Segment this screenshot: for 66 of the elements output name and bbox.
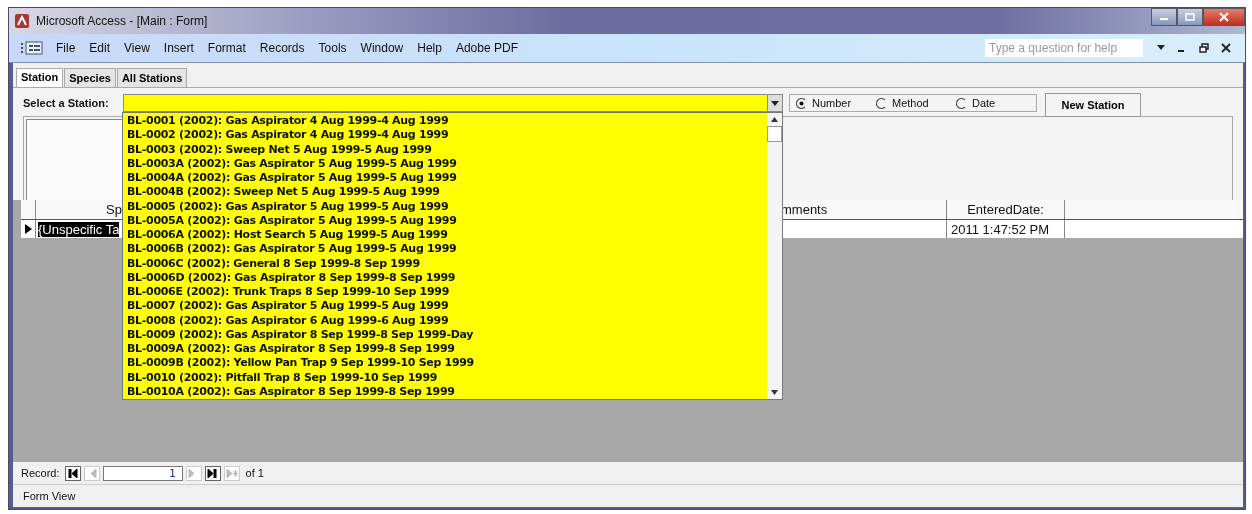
station-list-item[interactable]: BL-0006D (2002): Gas Aspirator 8 Sep 1999-8 Sep 1999 <box>127 270 767 285</box>
menu-item[interactable]: View <box>117 41 157 55</box>
menu-item[interactable]: Window <box>353 41 411 55</box>
menu-item[interactable]: Help <box>410 41 449 55</box>
station-list-item[interactable]: BL-0003 (2002): Sweep Net 5 Aug 1999-5 Aug 1999 <box>127 142 767 157</box>
menu-item[interactable]: Format <box>200 41 253 55</box>
station-list-item[interactable]: BL-0010A (2002): Gas Aspirator 8 Sep 1999-8 Sep 1999 <box>127 384 767 399</box>
menu-item[interactable]: File <box>49 41 83 55</box>
radio-icon[interactable] <box>956 97 967 109</box>
new-station-button[interactable]: New Station <box>1045 93 1141 117</box>
station-list-item[interactable]: BL-0010 (2002): Pitfall Trap 8 Sep 1999-10 Sep 1999 <box>127 370 767 385</box>
menu-item[interactable]: Records <box>252 41 312 55</box>
first-arrow-icon <box>67 468 78 478</box>
tab[interactable]: Species <box>64 68 116 87</box>
close-icon <box>1219 12 1229 22</box>
close-button[interactable] <box>1203 8 1245 26</box>
status-text: Form View <box>23 490 76 502</box>
last-record-button[interactable] <box>204 465 221 481</box>
station-list-item[interactable]: BL-0003A (2002): Gas Aspirator 5 Aug 1999-5 Aug 1999 <box>127 156 767 171</box>
menu-item[interactable]: Insert <box>156 41 201 55</box>
sort-radio-option[interactable]: Number <box>796 97 876 109</box>
station-list-item[interactable]: BL-0009B (2002): Yellow Pan Trap 9 Sep 1999-10 Sep 1999 <box>127 356 767 371</box>
table-cell: 2011 1:47:52 PM <box>947 220 1065 238</box>
menu-item[interactable]: Edit <box>82 41 118 55</box>
station-list-item[interactable]: BL-0009A (2002): Gas Aspirator 8 Sep 1999-8 Sep 1999 <box>127 342 767 357</box>
station-list-item[interactable]: BL-0007 (2002): Gas Aspirator 5 Aug 1999-5 Aug 1999 <box>127 299 767 314</box>
last-arrow-icon <box>206 468 219 478</box>
new-record-icon <box>225 468 238 478</box>
record-number-field[interactable]: 1 <box>102 465 183 481</box>
scroll-thumb[interactable] <box>767 126 782 142</box>
station-list-item[interactable]: BL-0009 (2002): Gas Aspirator 8 Sep 1999-8 Sep 1999-Day <box>127 327 767 342</box>
radio-icon[interactable] <box>876 97 887 109</box>
field-label: Select a Station: <box>23 97 110 109</box>
record-count: of 1 <box>245 467 264 479</box>
sort-radio-option[interactable]: Method <box>876 97 956 109</box>
close-icon[interactable] <box>1221 43 1231 53</box>
radio-icon[interactable] <box>796 97 807 109</box>
tab[interactable]: Station <box>16 68 64 87</box>
window-title: Microsoft Access - [Main : Form] <box>36 14 208 28</box>
minimize-button[interactable] <box>1151 8 1177 26</box>
sort-radio-option[interactable]: Date <box>956 97 1036 109</box>
app-icon <box>14 13 30 29</box>
station-list-item[interactable]: BL-0004A (2002): Gas Aspirator 5 Aug 1999-5 Aug 1999 <box>127 171 767 186</box>
restore-icon[interactable] <box>1199 43 1209 53</box>
station-list-item[interactable]: BL-0006C (2002): General 8 Sep 1999-8 Sep 1999 <box>127 256 767 271</box>
scroll-down-icon[interactable] <box>771 390 778 395</box>
menu-item[interactable]: Tools <box>311 41 354 55</box>
form-icon <box>21 41 43 55</box>
dropdown-arrow-icon[interactable] <box>771 100 779 106</box>
station-list-item[interactable]: BL-0001 (2002): Gas Aspirator 4 Aug 1999-4 Aug 1999 <box>127 114 767 129</box>
station-list-item[interactable]: BL-0008 (2002): Gas Aspirator 6 Aug 1999-6 Aug 1999 <box>127 313 767 328</box>
help-search-field[interactable]: Type a question for help <box>985 39 1143 57</box>
station-list-item[interactable]: BL-0004B (2002): Sweep Net 5 Aug 1999-5 Aug 1999 <box>127 185 767 200</box>
station-list-item[interactable]: BL-0005 (2002): Gas Aspirator 5 Aug 1999-5 Aug 1999 <box>127 199 767 214</box>
maximize-icon <box>1185 13 1195 21</box>
station-list-item[interactable]: BL-0002 (2002): Gas Aspirator 4 Aug 1999-4 Aug 1999 <box>127 128 767 143</box>
scrollbar[interactable] <box>767 113 782 399</box>
station-list-item[interactable]: BL-0006E (2002): Trunk Traps 8 Sep 1999-10 Sep 1999 <box>127 285 767 300</box>
station-list-item[interactable]: BL-0006B (2002): Gas Aspirator 5 Aug 1999-5 Aug 1999 <box>127 242 767 257</box>
menu-item[interactable]: Adobe PDF <box>448 41 525 55</box>
first-record-button[interactable] <box>64 465 81 481</box>
scroll-up-icon[interactable] <box>771 117 778 122</box>
dropdown-arrow-icon[interactable] <box>1157 45 1165 51</box>
record-label: Record: <box>21 467 60 479</box>
maximize-button[interactable] <box>1177 8 1203 26</box>
tab[interactable]: All Stations <box>116 68 188 87</box>
